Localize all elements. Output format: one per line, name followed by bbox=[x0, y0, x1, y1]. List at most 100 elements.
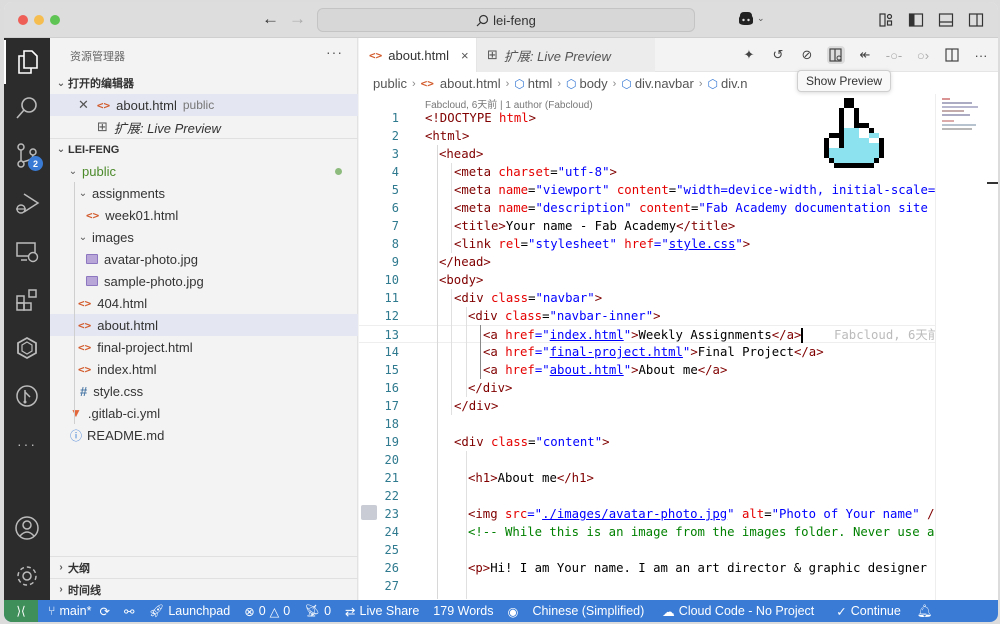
breadcrumb-item[interactable]: div.n bbox=[721, 76, 748, 91]
activity-extensions[interactable] bbox=[4, 278, 50, 322]
activity-explorer[interactable] bbox=[4, 40, 50, 84]
back-arrow-icon[interactable]: ← bbox=[262, 10, 279, 28]
outline-header[interactable]: › 大纲 bbox=[50, 556, 358, 578]
status-branch[interactable]: ⑂ main* ⟳ bbox=[48, 604, 110, 619]
open-editor-name: 扩展: Live Preview bbox=[113, 120, 221, 136]
tree-item-file[interactable]: <> index.html bbox=[50, 358, 358, 380]
breadcrumb-item[interactable]: html bbox=[528, 76, 553, 91]
history-icon[interactable]: ↺ bbox=[769, 46, 787, 64]
activity-search[interactable] bbox=[4, 86, 50, 130]
activity-manage[interactable] bbox=[4, 554, 50, 598]
activity-gitlens[interactable] bbox=[4, 374, 50, 418]
sync-icon[interactable]: ⟳ bbox=[99, 604, 109, 619]
minimap[interactable] bbox=[935, 94, 985, 600]
commit-icon[interactable]: -○- bbox=[885, 46, 903, 64]
code-line: <a href="final-project.html">Final Proje… bbox=[483, 345, 824, 359]
more-actions-icon[interactable]: ··· bbox=[326, 44, 343, 60]
layout-controls bbox=[878, 12, 984, 28]
split-editor-icon[interactable] bbox=[943, 46, 961, 64]
line-number: 11 bbox=[384, 291, 399, 305]
status-live-share[interactable]: ⇄ Live Share bbox=[345, 604, 419, 619]
status-preview-eye[interactable]: ◉ bbox=[508, 604, 519, 619]
tree-item-file[interactable]: <> about.html bbox=[50, 314, 358, 336]
tree-item-folder[interactable]: ⌄ public bbox=[50, 160, 358, 182]
activity-run-debug[interactable] bbox=[4, 182, 50, 226]
code-line: </head> bbox=[439, 255, 491, 269]
tree-item-file[interactable]: avatar-photo.jpg bbox=[50, 248, 358, 270]
status-word-count[interactable]: 179 Words bbox=[433, 604, 493, 618]
breadcrumb-item[interactable]: about.html bbox=[440, 76, 501, 91]
status-launchpad[interactable]: 🚀︎ Launchpad bbox=[148, 604, 230, 619]
show-preview-icon[interactable] bbox=[827, 46, 845, 64]
tab-label: 扩展: Live Preview bbox=[503, 48, 611, 64]
line-number: 8 bbox=[391, 237, 399, 251]
minimize-window-button[interactable] bbox=[34, 15, 44, 25]
forward-arrow-icon[interactable]: → bbox=[289, 10, 306, 28]
line-number: 20 bbox=[384, 453, 399, 467]
code-line: <div class="navbar"> bbox=[454, 291, 603, 305]
chevron-down-icon: ⌄ bbox=[68, 165, 78, 177]
explorer-sidebar: 资源管理器 ··· ⌄ 打开的编辑器 ✕ <> about.html publi… bbox=[50, 38, 358, 600]
toggle-secondary-sidebar-icon[interactable] bbox=[968, 12, 984, 28]
open-editor-item[interactable]: ✕ <> about.html public bbox=[50, 94, 358, 116]
activity-remote-explorer[interactable] bbox=[4, 230, 50, 274]
line-number: 16 bbox=[384, 381, 399, 395]
tree-item-file[interactable]: <> final-project.html bbox=[50, 336, 358, 358]
toggle-panel-icon[interactable] bbox=[938, 12, 954, 28]
tab-about-html[interactable]: <> about.html × bbox=[359, 38, 477, 72]
activity-source-control[interactable]: 2 bbox=[4, 134, 50, 178]
vscode-window: ← → lei-feng ⌄ 2 ··· 资源管理器 ··· ⌄ 打开的编辑器 … bbox=[4, 2, 998, 622]
image-file-icon bbox=[86, 276, 98, 286]
sparkle-icon[interactable]: ✦ bbox=[740, 46, 758, 64]
tree-item-file[interactable]: # style.css bbox=[50, 380, 358, 402]
tree-item-folder[interactable]: ⌄ assignments bbox=[50, 182, 358, 204]
more-actions-icon[interactable]: ··· bbox=[972, 46, 990, 64]
code-line: <h1>About me</h1> bbox=[468, 471, 594, 485]
breadcrumb-item[interactable]: div.navbar bbox=[635, 76, 694, 91]
open-editor-item[interactable]: ⊞ 扩展: Live Preview bbox=[50, 116, 358, 138]
workspace-header[interactable]: ⌄ LEI-FENG bbox=[50, 138, 358, 160]
status-ports[interactable]: 📡︎ 0 bbox=[304, 604, 331, 619]
activity-gitlab[interactable] bbox=[4, 326, 50, 370]
scrollbar-position-marker[interactable] bbox=[987, 182, 998, 184]
tab-live-preview[interactable]: ⊞ 扩展: Live Preview bbox=[477, 38, 655, 72]
toggle-primary-sidebar-icon[interactable] bbox=[908, 12, 924, 28]
status-problems[interactable]: ⊗ 0 △ 0 bbox=[244, 604, 290, 619]
tree-item-folder[interactable]: ⌄ images bbox=[50, 226, 358, 248]
breadcrumb-item[interactable]: body bbox=[579, 76, 607, 91]
open-editors-header[interactable]: ⌄ 打开的编辑器 bbox=[50, 72, 358, 94]
tree-item-file[interactable]: ⓘ README.md bbox=[50, 424, 358, 446]
status-language[interactable]: Chinese (Simplified) bbox=[532, 604, 644, 618]
copilot-menu-button[interactable]: ⌄ bbox=[737, 11, 765, 26]
activity-more[interactable]: ··· bbox=[4, 422, 50, 466]
maximize-window-button[interactable] bbox=[50, 15, 60, 25]
minimap-line bbox=[942, 106, 978, 108]
command-center-search[interactable]: lei-feng bbox=[317, 8, 695, 32]
eye-off-icon[interactable]: ⊘ bbox=[798, 46, 816, 64]
code-line: <meta name="description" content="Fab Ac… bbox=[454, 201, 935, 215]
customize-layout-icon[interactable] bbox=[878, 12, 894, 28]
chevron-down-icon: ⌄ bbox=[757, 13, 765, 23]
timeline-label: 时间线 bbox=[68, 584, 101, 597]
go-back-commit-icon[interactable]: ↞ bbox=[856, 46, 874, 64]
status-notifications[interactable]: 🔔︎ bbox=[917, 604, 933, 619]
inline-blame[interactable]: Fabcloud, 6天前 bbox=[834, 326, 935, 344]
breadcrumb-item[interactable]: public bbox=[373, 76, 407, 91]
tree-item-file[interactable]: ▼ .gitlab-ci.yml bbox=[50, 402, 358, 424]
tree-item-file[interactable]: <> 404.html bbox=[50, 292, 358, 314]
activity-accounts[interactable] bbox=[4, 506, 50, 550]
close-window-button[interactable] bbox=[18, 15, 28, 25]
timeline-header[interactable]: › 时间线 bbox=[50, 578, 358, 600]
status-continue[interactable]: ✓ Continue bbox=[836, 604, 901, 619]
tree-item-file[interactable]: <> week01.html bbox=[50, 204, 358, 226]
line-number: 19 bbox=[384, 435, 399, 449]
close-icon[interactable]: × bbox=[461, 48, 469, 63]
tree-item-file[interactable]: sample-photo.jpg bbox=[50, 270, 358, 292]
remote-indicator[interactable]: ⟩⟨ bbox=[4, 600, 38, 622]
line-number: 1 bbox=[391, 111, 399, 125]
tree-item-label: week01.html bbox=[105, 207, 179, 223]
status-cloud-code[interactable]: ☁︎ Cloud Code - No Project bbox=[662, 604, 814, 619]
close-icon[interactable]: ✕ bbox=[78, 97, 89, 113]
go-forward-commit-icon[interactable]: ○› bbox=[914, 46, 932, 64]
status-git-graph[interactable]: ⚯ bbox=[124, 604, 134, 619]
